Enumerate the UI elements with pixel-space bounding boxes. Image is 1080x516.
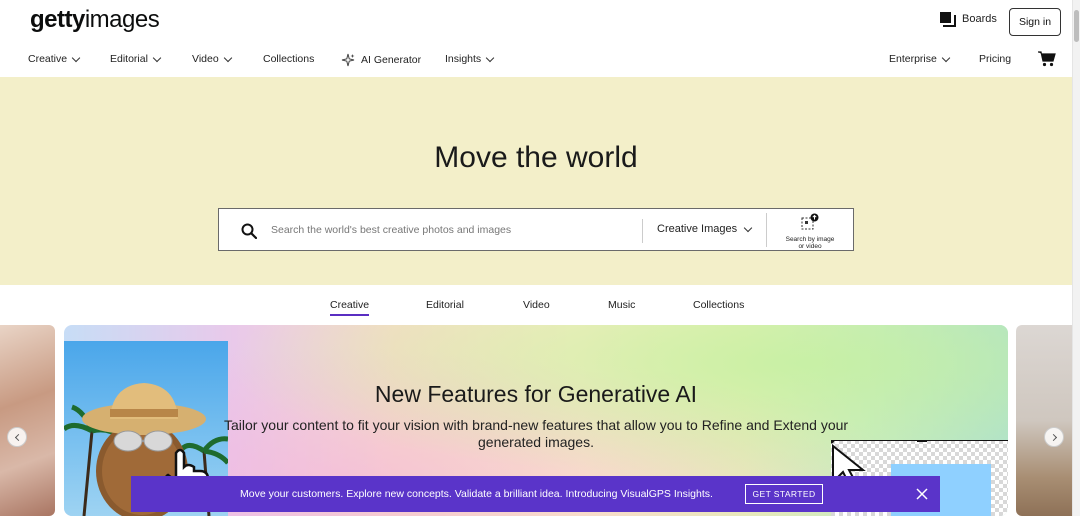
nav-enterprise-label: Enterprise [889,53,937,65]
nav-creative-label: Creative [28,53,68,65]
carousel-next-button[interactable] [1044,427,1064,447]
tab-video[interactable]: Video [523,299,550,311]
nav-editorial[interactable]: Editorial [110,53,162,65]
chevron-down-icon [223,53,232,62]
sign-in-button[interactable]: Sign in [1009,8,1061,36]
get-started-button[interactable]: GET STARTED [745,484,823,504]
search-by-video-label: or video [798,243,822,250]
nav-collections[interactable]: Collections [263,53,314,65]
nav-collections-label: Collections [263,53,315,65]
nav-video-label: Video [192,53,219,65]
chevron-down-icon [743,223,753,232]
page-scrollbar[interactable] [1072,0,1080,516]
promo-description: Tailor your content to fit your vision w… [223,417,849,450]
nav-insights-label: Insights [445,53,482,65]
nav-creative[interactable]: Creative [28,53,81,65]
content-tabs: Creative Editorial Video Music Collectio… [0,286,1072,324]
search-type-dropdown[interactable]: Creative Images [657,223,753,235]
search-divider [642,219,643,243]
search-icon[interactable] [241,223,257,239]
chevron-down-icon [941,53,951,62]
main-nav: Creative Editorial Video Collections AI … [0,46,1072,76]
nav-pricing-label: Pricing [979,53,1012,65]
sparkle-icon [341,53,355,67]
search-bar: Creative Images Search by image or video [218,208,854,251]
previous-slide-preview [0,325,55,516]
search-by-image-button[interactable]: Search by image or video [779,213,841,250]
search-divider [766,213,767,247]
boards-icon [940,12,956,27]
tab-music[interactable]: Music [608,299,635,311]
nav-ai-generator-label: AI Generator [361,54,422,66]
cart-icon[interactable] [1038,51,1056,67]
chevron-left-icon [14,433,22,441]
nav-insights[interactable]: Insights [445,53,495,65]
tab-collections[interactable]: Collections [693,299,744,311]
logo-bold-text: getty [30,6,85,33]
visualgps-banner: Move your customers. Explore new concept… [131,476,940,512]
nav-pricing[interactable]: Pricing [979,53,1011,65]
nav-enterprise[interactable]: Enterprise [889,53,951,65]
nav-video[interactable]: Video [192,53,232,65]
promo-title: New Features for Generative AI [374,381,698,407]
getty-images-logo[interactable]: gettyimages [30,6,160,34]
hero-title: Move the world [434,141,638,174]
tab-creative[interactable]: Creative [330,299,370,316]
close-icon[interactable] [916,488,928,500]
tab-editorial[interactable]: Editorial [426,299,464,311]
chevron-down-icon [71,53,81,62]
nav-editorial-label: Editorial [110,53,148,65]
scrollbar-thumb[interactable] [1074,10,1079,42]
boards-link[interactable]: Boards [940,12,997,27]
carousel-prev-button[interactable] [7,427,27,447]
logo-regular-text: images [84,6,160,33]
banner-message: Move your customers. Explore new concept… [240,488,713,500]
chevron-down-icon [485,53,495,62]
search-input[interactable] [271,219,631,241]
top-bar: gettyimages Boards Sign in [0,0,1072,43]
chevron-down-icon [152,53,162,62]
search-type-label: Creative Images [657,223,738,235]
chevron-right-icon [1049,433,1057,441]
hero-section: Move the world Creative Images Search by… [0,77,1072,285]
next-slide-preview [1016,325,1072,516]
image-search-icon [801,213,819,230]
boards-label: Boards [962,12,997,25]
nav-ai-generator[interactable]: AI Generator [341,53,421,67]
search-by-image-label: Search by image [785,236,835,243]
